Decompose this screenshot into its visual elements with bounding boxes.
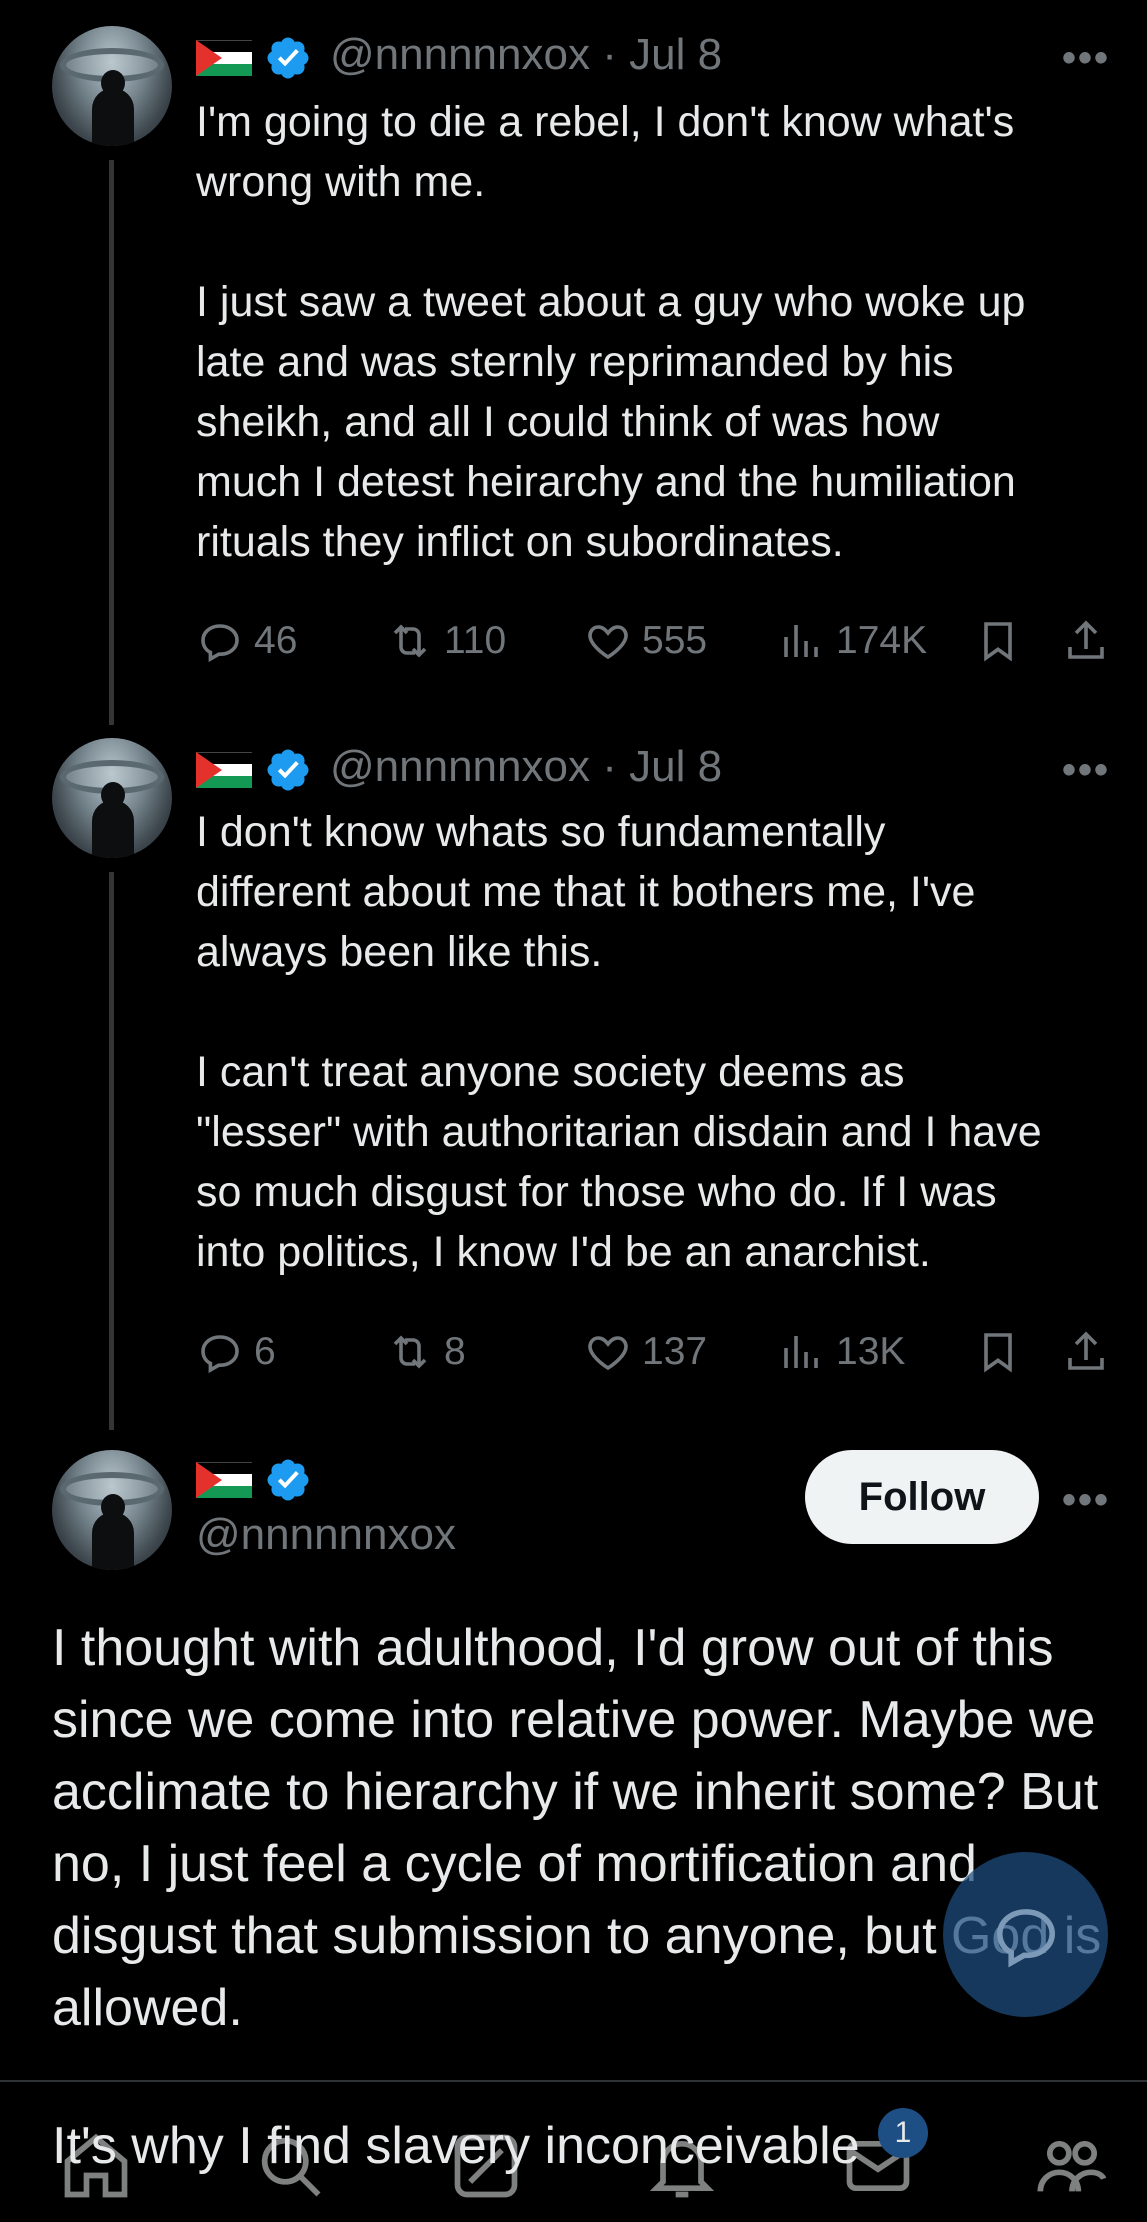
author-handle[interactable]: @nnnnnnxox xyxy=(196,1510,456,1560)
main-tweet-text-continued: It's why I find slavery inconceivable xyxy=(52,2117,860,2175)
heart-icon xyxy=(588,625,628,660)
views-chart-icon xyxy=(784,625,818,657)
views-button[interactable]: 13K xyxy=(778,1322,905,1382)
views-count: 13K xyxy=(836,1330,906,1373)
palestine-flag-icon xyxy=(196,752,252,788)
bookmark-icon[interactable] xyxy=(974,617,1022,665)
heart-icon xyxy=(588,1336,628,1371)
views-chart-icon xyxy=(784,1336,818,1368)
reply-button[interactable]: 6 xyxy=(196,1322,276,1382)
thread-tweet-2[interactable]: @nnnnnnxox · Jul 8 ••• I don't know what… xyxy=(0,710,1147,1430)
divider xyxy=(0,2080,1147,2082)
floating-compose-button[interactable] xyxy=(943,1852,1108,2017)
tweet-actions: 46 110 555 174K xyxy=(196,611,1121,671)
repost-icon xyxy=(393,1335,427,1369)
follow-button[interactable]: Follow xyxy=(805,1450,1039,1544)
tweet-date[interactable]: Jul 8 xyxy=(629,30,722,79)
like-count: 555 xyxy=(642,619,708,662)
avatar[interactable] xyxy=(52,738,172,858)
thread-tweet-1[interactable]: @nnnnnnxox · Jul 8 ••• I'm going to die … xyxy=(0,0,1147,725)
share-icon[interactable] xyxy=(1062,617,1110,665)
repost-icon xyxy=(393,624,427,658)
tweet-date[interactable]: Jul 8 xyxy=(629,742,722,791)
verified-badge-icon xyxy=(267,1459,309,1501)
thread-line xyxy=(109,872,114,1430)
views-count: 174K xyxy=(836,619,928,662)
reply-button[interactable]: 46 xyxy=(196,611,297,671)
share-icon[interactable] xyxy=(1062,1328,1110,1376)
more-options-button[interactable]: ••• xyxy=(1062,36,1110,81)
reply-count: 46 xyxy=(254,619,298,662)
meta-separator: · xyxy=(602,742,617,791)
palestine-flag-icon xyxy=(196,1462,252,1498)
meta-separator: · xyxy=(602,30,617,79)
author-handle[interactable]: @nnnnnnxox xyxy=(330,742,590,791)
tweet-text: I don't know whats so fundamentally diff… xyxy=(196,808,1042,1276)
chat-bubble-icon xyxy=(996,1908,1055,1968)
like-button[interactable]: 137 xyxy=(584,1322,707,1382)
views-button[interactable]: 174K xyxy=(778,611,927,671)
repost-button[interactable]: 8 xyxy=(386,1322,466,1382)
repost-count: 8 xyxy=(444,1330,466,1373)
more-options-button[interactable]: ••• xyxy=(1062,1478,1110,1523)
reply-icon xyxy=(201,624,239,663)
thread-line xyxy=(109,160,114,725)
more-options-button[interactable]: ••• xyxy=(1062,748,1110,793)
palestine-flag-icon xyxy=(196,40,252,76)
avatar[interactable] xyxy=(52,26,172,146)
like-button[interactable]: 555 xyxy=(584,611,707,671)
verified-badge-icon xyxy=(267,749,309,791)
repost-button[interactable]: 110 xyxy=(386,611,506,671)
repost-count: 110 xyxy=(444,619,507,662)
bookmark-icon[interactable] xyxy=(974,1328,1022,1376)
reply-count: 6 xyxy=(254,1330,276,1373)
messages-badge: 1 xyxy=(878,2108,928,2158)
avatar[interactable] xyxy=(52,1450,172,1570)
tweet-header-meta: @nnnnnnxox · Jul 8 xyxy=(330,30,722,80)
reply-icon xyxy=(201,1335,239,1374)
verified-badge-icon xyxy=(267,37,309,79)
communities-icon[interactable] xyxy=(1034,2128,1110,2204)
tweet-actions: 6 8 137 13K xyxy=(196,1322,1121,1382)
author-handle[interactable]: @nnnnnnxox xyxy=(330,30,590,79)
tweet-text: I'm going to die a rebel, I don't know w… xyxy=(196,98,1026,566)
tweet-header-meta: @nnnnnnxox · Jul 8 xyxy=(330,742,722,792)
like-count: 137 xyxy=(642,1330,708,1373)
